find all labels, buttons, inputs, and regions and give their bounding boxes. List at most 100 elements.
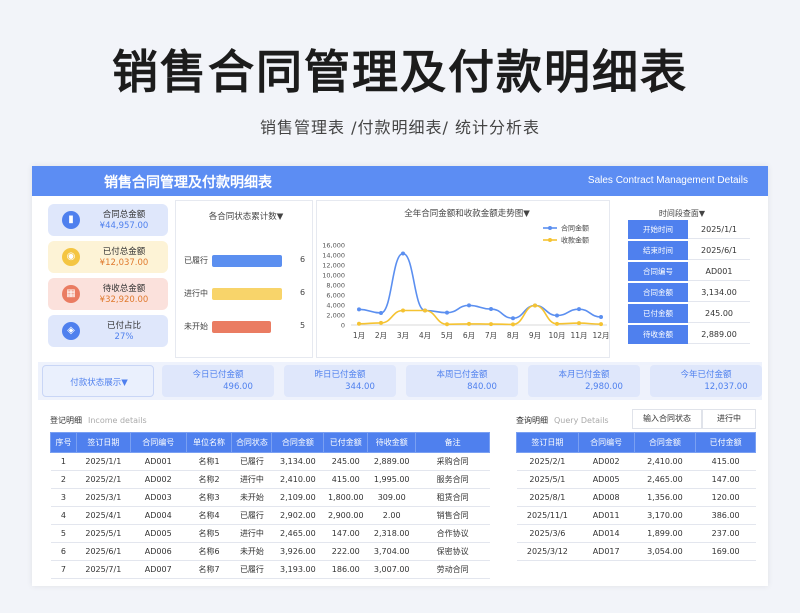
table-cell: 3,170.00 <box>634 506 696 525</box>
query-row: 合同编号 AD001 <box>628 262 750 281</box>
table-cell: 1,995.00 <box>367 470 416 489</box>
table-cell: 2,465.00 <box>634 470 696 489</box>
table-cell: AD011 <box>578 506 635 525</box>
x-tick-label: 9月 <box>529 331 541 340</box>
status-input[interactable]: 进行中 <box>702 409 756 429</box>
bar-chart-icon: ▮ <box>62 211 80 229</box>
series-point <box>467 321 471 326</box>
query-row-value[interactable]: AD001 <box>688 262 750 281</box>
query-row-key: 合同编号 <box>628 262 688 281</box>
x-tick-label: 3月 <box>397 331 409 340</box>
table-header-cell[interactable]: 合同金额 <box>633 432 697 453</box>
query-row-value[interactable]: 245.00 <box>688 304 750 323</box>
table-row[interactable]: 6 2025/6/1 AD006 名称6 未开始 3,926.00 222.00 3,704.… <box>50 542 490 561</box>
series-point <box>555 321 559 326</box>
table-header-cell[interactable]: 单位名称 <box>185 432 233 453</box>
page-subtitle: 销售管理表 /付款明细表/ 统计分析表 <box>260 118 540 137</box>
series-point <box>401 251 405 256</box>
table-cell: 186.00 <box>323 560 368 579</box>
table-cell: 合作协议 <box>415 524 490 543</box>
y-tick-label: 12,000 <box>322 262 345 270</box>
table-cell: 415.00 <box>323 470 368 489</box>
table-cell: 1 <box>50 452 77 471</box>
x-tick-label: 5月 <box>441 331 453 340</box>
table-header-cell[interactable]: 合同编号 <box>577 432 635 453</box>
table-cell: 6 <box>50 542 77 561</box>
table-cell: 1,356.00 <box>634 488 696 507</box>
table-header-cell[interactable]: 合同金额 <box>271 432 325 453</box>
stat-box-label: 本周已付金额 <box>436 370 488 380</box>
status-bar-value: 5 <box>300 321 306 330</box>
payment-status-dropdown[interactable]: 付款状态展示▼ <box>42 365 154 397</box>
query-row-value[interactable]: 2025/6/1 <box>688 241 750 260</box>
banner-title: 销售合同管理及付款明细表 <box>104 175 272 191</box>
table-cell: 2,318.00 <box>367 524 416 543</box>
table-cell: 已履行 <box>231 560 272 579</box>
table-cell: 2025/3/1 <box>76 488 131 507</box>
register-panel: 登记明细 Income details 序号 签订日期 合同编号 单位名称 合同状态 合同金… <box>38 404 500 586</box>
table-header-cell[interactable]: 合同编号 <box>129 432 187 453</box>
date-query-panel: 时间段查面▼ 开始时间 2025/1/1 结束时间 2025/6/1 合同编号 AD001… <box>614 200 762 358</box>
table-row[interactable]: 5 2025/5/1 AD005 名称5 进行中 2,465.00 147.00 2,318.… <box>50 524 490 543</box>
legend-swatch-dot <box>548 226 552 230</box>
series-point <box>445 322 449 327</box>
stat-box-label: 今年已付金额 <box>680 370 732 380</box>
table-row[interactable]: 2025/5/1 AD005 2,465.00 147.00 <box>516 470 756 489</box>
table-cell: 147.00 <box>323 524 368 543</box>
table-header-cell[interactable]: 待收金额 <box>367 432 417 453</box>
summary-card: ▮ 合同总金额 ¥44,957.00 <box>48 204 168 236</box>
summary-card: ▦ 待收总金额 ¥32,920.00 <box>48 278 168 310</box>
table-cell: 415.00 <box>695 452 756 471</box>
table-row[interactable]: 2025/3/12 AD017 3,054.00 169.00 <box>516 542 756 561</box>
x-tick-label: 6月 <box>463 331 475 340</box>
table-row[interactable]: 2025/2/1 AD002 2,410.00 415.00 <box>516 452 756 471</box>
table-header-cell[interactable]: 合同状态 <box>231 432 273 453</box>
trend-chart-title[interactable]: 全年合同金额和收款金额走势图▼ <box>404 208 530 219</box>
table-cell: 2025/11/1 <box>516 506 579 525</box>
series-point <box>357 307 361 312</box>
table-cell: 2,109.00 <box>271 488 324 507</box>
table-cell: AD003 <box>130 488 187 507</box>
query-row-value[interactable]: 3,134.00 <box>688 283 750 302</box>
query-row: 待收金额 2,889.00 <box>628 325 750 344</box>
query-row: 结束时间 2025/6/1 <box>628 241 750 260</box>
table-header-cell[interactable]: 备注 <box>415 432 490 453</box>
table-row[interactable]: 1 2025/1/1 AD001 名称1 已履行 3,134.00 245.00 2,889.… <box>50 452 490 471</box>
table-cell: 未开始 <box>231 488 272 507</box>
x-tick-label: 2月 <box>375 331 387 340</box>
table-row[interactable]: 2 2025/2/1 AD002 名称2 进行中 2,410.00 415.00 1,995.… <box>50 470 490 489</box>
table-cell: 2025/3/12 <box>516 542 579 561</box>
table-cell: 2,465.00 <box>271 524 324 543</box>
table-header-cell[interactable]: 已付金额 <box>695 432 756 453</box>
table-row[interactable]: 4 2025/4/1 AD004 名称4 已履行 2,902.00 2,900.00 2.00… <box>50 506 490 525</box>
table-header-cell[interactable]: 已付金额 <box>323 432 369 453</box>
table-cell: AD008 <box>578 488 635 507</box>
table-header-cell[interactable]: 序号 <box>50 432 77 453</box>
table-header-cell[interactable]: 签订日期 <box>75 432 131 453</box>
query-row-value[interactable]: 2025/1/1 <box>688 220 750 239</box>
table-row[interactable]: 2025/8/1 AD008 1,356.00 120.00 <box>516 488 756 507</box>
summary-card-label: 已付总金额 <box>102 247 146 257</box>
table-row[interactable]: 7 2025/7/1 AD007 名称7 已履行 3,193.00 186.00 3,007.… <box>50 560 490 579</box>
query-row-value[interactable]: 2,889.00 <box>688 325 750 344</box>
table-row[interactable]: 3 2025/3/1 AD003 名称3 未开始 2,109.00 1,800.00 309.… <box>50 488 490 507</box>
table-cell: 名称4 <box>186 506 232 525</box>
status-bar-label: 已履行 <box>184 256 208 265</box>
query-panel-title[interactable]: 时间段查面▼ <box>614 208 750 219</box>
series-point <box>511 322 515 327</box>
query-row-key: 待收金额 <box>628 325 688 344</box>
table-row[interactable]: 2025/11/1 AD011 3,170.00 386.00 <box>516 506 756 525</box>
table-cell: 进行中 <box>231 470 272 489</box>
x-tick-label: 8月 <box>507 331 519 340</box>
x-tick-label: 7月 <box>485 331 497 340</box>
status-chart-title[interactable]: 各合同状态累计数▼ <box>176 210 316 222</box>
table-cell: 2025/3/6 <box>516 524 579 543</box>
table-cell: 名称3 <box>186 488 232 507</box>
series-point <box>577 321 581 326</box>
table-row[interactable]: 2025/3/6 AD014 1,899.00 237.00 <box>516 524 756 543</box>
table-cell: 3,134.00 <box>271 452 324 471</box>
table-cell: 2025/5/1 <box>76 524 131 543</box>
table-header-cell[interactable]: 签订日期 <box>516 432 579 453</box>
table-cell: 保密协议 <box>415 542 490 561</box>
query-detail-title: 查询明细 Query Details <box>516 415 609 426</box>
